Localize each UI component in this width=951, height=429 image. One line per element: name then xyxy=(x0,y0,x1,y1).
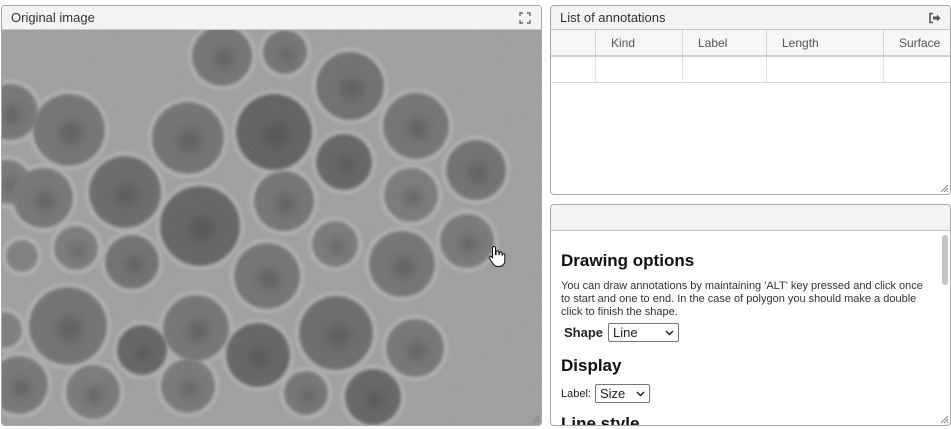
table-cell xyxy=(766,56,884,83)
display-title: Display xyxy=(561,356,622,375)
table-row[interactable] xyxy=(551,56,950,83)
label-select-value: Size xyxy=(599,386,626,401)
shape-label: Shape xyxy=(564,325,604,340)
annotations-table: Kind Label Length Surface ... xyxy=(551,30,950,83)
resize-handle[interactable] xyxy=(940,415,949,424)
column-header-length[interactable]: Length xyxy=(766,30,884,57)
hand-cursor-icon xyxy=(488,245,506,267)
scrollbar-thumb[interactable] xyxy=(942,235,948,285)
annotations-panel: List of annotations Kind Label Length Su… xyxy=(550,5,951,195)
table-cell xyxy=(551,56,596,83)
column-header-surface[interactable]: Surface xyxy=(883,30,950,57)
image-panel-header: Original image xyxy=(2,6,541,30)
annotations-panel-header: List of annotations xyxy=(551,6,950,30)
shape-row: Shape Line xyxy=(561,323,930,342)
options-panel-header xyxy=(551,205,950,231)
table-cell xyxy=(595,56,683,83)
image-panel: Original image xyxy=(1,5,542,426)
drawing-help-text: You can draw annotations by maintaining … xyxy=(561,280,923,318)
drawing-options-title: Drawing options xyxy=(561,251,695,270)
table-header-row: Kind Label Length Surface ... xyxy=(551,30,950,57)
chevron-down-icon xyxy=(636,390,645,397)
image-panel-title: Original image xyxy=(11,10,95,25)
label-select[interactable]: Size xyxy=(594,384,650,403)
table-cell xyxy=(883,56,950,83)
shape-select-value: Line xyxy=(613,325,638,340)
fullscreen-icon[interactable] xyxy=(518,11,532,25)
options-body: Drawing options You can draw annotations… xyxy=(551,231,950,425)
options-panel: Drawing options You can draw annotations… xyxy=(550,204,951,426)
sign-out-icon[interactable] xyxy=(927,11,941,25)
column-header-label[interactable]: Label xyxy=(682,30,767,57)
line-style-title: Line style xyxy=(561,414,640,425)
shape-select[interactable]: Line xyxy=(608,323,680,342)
label-row: Label: Size xyxy=(561,384,930,403)
label-option-label: Label: xyxy=(561,387,591,400)
micrograph-image[interactable] xyxy=(2,30,541,425)
resize-handle[interactable] xyxy=(940,184,949,193)
column-header-kind[interactable]: Kind xyxy=(595,30,683,57)
chevron-down-icon xyxy=(665,329,674,336)
annotations-panel-title: List of annotations xyxy=(560,10,666,25)
resize-handle[interactable] xyxy=(531,415,540,424)
column-header-select[interactable] xyxy=(551,30,596,57)
table-cell xyxy=(682,56,767,83)
